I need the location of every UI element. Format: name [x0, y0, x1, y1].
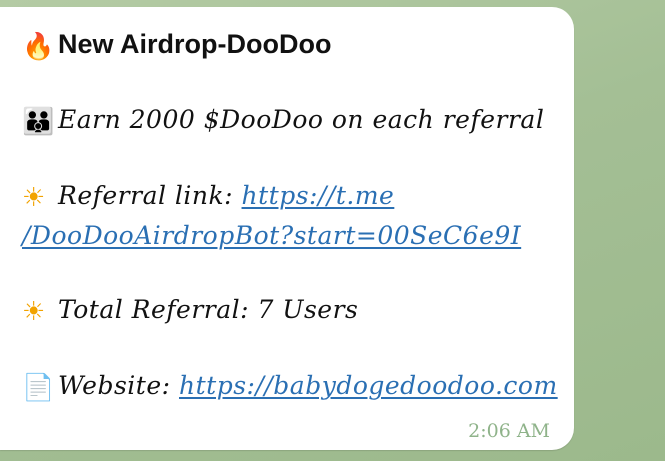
earn-text: Earn 2000 $DooDoo on each referral: [58, 105, 545, 134]
referral-row: ☀ Referral link: https://t.me: [22, 181, 394, 213]
total-referral-row: ☀ Total Referral: 7 Users: [22, 295, 358, 327]
referral-label: Referral link:: [58, 181, 242, 210]
family-icon: 👪: [22, 107, 55, 137]
sun-icon: ☀: [22, 297, 46, 327]
total-referral-text: Total Referral: 7 Users: [58, 295, 359, 324]
website-row: 📄 Website: https://babydogedoodoo.com: [22, 371, 558, 403]
website-label: Website:: [58, 371, 179, 400]
earn-row: 👪 Earn 2000 $DooDoo on each referral: [22, 105, 544, 137]
referral-link-continued-row: /DooDooAirdropBot?start=00SeC6e9I: [22, 221, 521, 250]
page-icon: 📄: [22, 373, 55, 403]
message-title-row: 🔥 New Airdrop-DooDoo: [22, 29, 331, 62]
referral-link[interactable]: https://t.me: [242, 181, 395, 210]
website-link[interactable]: https://babydogedoodoo.com: [179, 371, 558, 400]
sun-icon: ☀: [22, 183, 46, 213]
fire-icon: 🔥: [22, 32, 55, 62]
message-time: 2:06 AM: [468, 420, 550, 442]
referral-link-continued[interactable]: /DooDooAirdropBot?start=00SeC6e9I: [22, 221, 521, 250]
message-bubble[interactable]: 🔥 New Airdrop-DooDoo 👪 Earn 2000 $DooDoo o…: [0, 7, 574, 450]
message-title: New Airdrop-DooDoo: [58, 29, 332, 59]
